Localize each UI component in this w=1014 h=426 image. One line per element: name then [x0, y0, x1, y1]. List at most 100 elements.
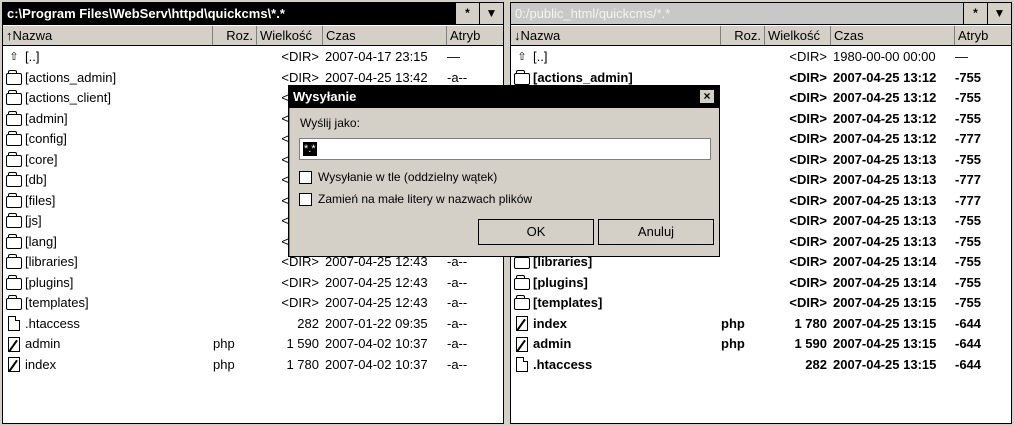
file-attr: -755 [955, 213, 982, 228]
file-time: 2007-04-25 12:43 [325, 295, 428, 310]
file-name: [lang] [25, 233, 57, 249]
folder-icon [514, 69, 530, 85]
file-size: 1 590 [794, 336, 827, 351]
file-row[interactable]: admin php 1 590 2007-04-02 10:37 -a-- [3, 334, 503, 355]
folder-icon [514, 254, 530, 270]
file-attr: — [447, 49, 460, 64]
right-path[interactable]: 0:/public_html/quickcms/*.* [511, 3, 963, 24]
file-size: <DIR> [281, 274, 319, 290]
file-row[interactable]: .htaccess 282 2007-01-22 09:35 -a-- [3, 314, 503, 335]
file-size: 282 [805, 356, 827, 372]
lowercase-names-checkbox[interactable]: Zamień na małe litery w nazwach plików [299, 192, 532, 206]
file-name-cell: [libraries] [6, 252, 211, 273]
file-size: <DIR> [789, 192, 827, 208]
file-attr: -755 [955, 151, 982, 167]
folder-icon [514, 274, 530, 290]
header-attr[interactable]: Atryb [955, 26, 1011, 45]
background-transfer-checkbox[interactable]: Wysyłanie w tle (oddzielny wątek) [299, 170, 497, 184]
file-row[interactable]: index php 1 780 2007-04-02 10:37 -a-- [3, 355, 503, 376]
folder-icon [6, 90, 22, 106]
folder-icon [6, 131, 22, 147]
file-name: [config] [25, 131, 67, 146]
close-icon[interactable]: × [699, 89, 715, 104]
right-path-bar: 0:/public_html/quickcms/*.* * ▼ [511, 3, 1011, 25]
header-name[interactable]: ↓Nazwa [511, 26, 721, 45]
file-attr: -755 [955, 90, 982, 105]
file-name-cell: [lang] [6, 232, 211, 253]
file-name-cell: [plugins] [6, 273, 211, 294]
cancel-button[interactable]: Anuluj [598, 219, 714, 245]
file-time: 2007-04-25 13:12 [833, 90, 937, 105]
file-attr: -644 [955, 356, 982, 372]
file-name: [actions_client] [25, 90, 111, 105]
header-size[interactable]: Wielkość [765, 26, 831, 45]
file-name: [admin] [25, 110, 68, 126]
left-star-button[interactable]: * [455, 3, 479, 24]
file-ext: php [213, 356, 235, 372]
parent-dir-icon: ⇧ [517, 50, 527, 63]
file-attr: — [955, 49, 968, 64]
file-row[interactable]: index php 1 780 2007-04-25 13:15 -644 [511, 314, 1011, 335]
file-name-cell: [templates] [514, 293, 719, 314]
header-attr[interactable]: Atryb [447, 26, 503, 45]
file-name-cell: [config] [6, 129, 211, 150]
file-ext: php [721, 336, 745, 351]
file-row[interactable]: ⇧ [..] <DIR> 2007-04-17 23:15 — [3, 47, 503, 68]
file-attr: -a-- [447, 274, 468, 290]
folder-icon [514, 295, 530, 311]
file-row[interactable]: [templates] <DIR> 2007-04-25 13:15 -755 [511, 293, 1011, 314]
folder-icon [6, 192, 22, 208]
file-time: 1980-00-00 00:00 [833, 49, 936, 64]
left-path[interactable]: c:\Program Files\WebServ\httpd\quickcms\… [3, 3, 455, 24]
checkbox-box[interactable] [299, 170, 312, 184]
file-row[interactable]: [plugins] <DIR> 2007-04-25 13:14 -755 [511, 273, 1011, 294]
file-name: index [533, 315, 567, 331]
right-history-dropdown[interactable]: ▼ [987, 3, 1011, 24]
header-name[interactable]: ↑Nazwa [3, 26, 213, 45]
file-attr: -777 [955, 172, 982, 187]
file-size: 1 780 [794, 315, 827, 331]
header-size[interactable]: Wielkość [257, 26, 323, 45]
header-time[interactable]: Czas [323, 26, 447, 45]
file-size: 1 590 [286, 336, 319, 351]
left-history-dropdown[interactable]: ▼ [479, 3, 503, 24]
send-as-label: Wyślij jako: [300, 116, 360, 130]
file-name: [core] [25, 151, 58, 167]
header-time[interactable]: Czas [831, 26, 955, 45]
script-file-icon [8, 336, 20, 352]
dialog-titlebar[interactable]: Wysyłanie × [289, 86, 719, 108]
file-name: admin [25, 336, 61, 351]
send-as-input[interactable]: *.* [299, 138, 711, 160]
file-icon [8, 316, 20, 332]
checkbox-box[interactable] [299, 192, 312, 206]
file-attr: -755 [955, 254, 982, 269]
file-size: <DIR> [789, 69, 827, 85]
file-time: 2007-04-25 13:15 [833, 356, 937, 372]
file-size: <DIR> [789, 172, 827, 187]
file-name: [files] [25, 192, 56, 208]
file-row[interactable]: [templates] <DIR> 2007-04-25 12:43 -a-- [3, 293, 503, 314]
file-attr: -a-- [447, 315, 468, 331]
file-time: 2007-04-25 13:13 [833, 151, 937, 167]
file-attr: -777 [955, 131, 982, 146]
file-time: 2007-04-02 10:37 [325, 356, 428, 372]
file-row[interactable]: .htaccess 282 2007-04-25 13:15 -644 [511, 355, 1011, 376]
send-as-value: *.* [303, 142, 317, 156]
ok-button[interactable]: OK [478, 219, 594, 245]
file-time: 2007-04-25 13:14 [833, 274, 937, 290]
file-row[interactable]: [plugins] <DIR> 2007-04-25 12:43 -a-- [3, 273, 503, 294]
header-ext[interactable]: Roz. [721, 26, 765, 45]
header-ext[interactable]: Roz. [213, 26, 257, 45]
folder-icon [6, 295, 22, 311]
file-row[interactable]: admin php 1 590 2007-04-25 13:15 -644 [511, 334, 1011, 355]
folder-icon [6, 274, 22, 290]
file-name: [libraries] [25, 254, 78, 269]
file-attr: -755 [955, 69, 982, 85]
file-name: [..] [533, 49, 548, 64]
folder-icon [6, 151, 22, 167]
file-time: 2007-04-02 10:37 [325, 336, 428, 351]
file-time: 2007-04-25 13:12 [833, 131, 937, 146]
dialog-title: Wysyłanie [293, 89, 357, 104]
file-row[interactable]: ⇧ [..] <DIR> 1980-00-00 00:00 — [511, 47, 1011, 68]
right-star-button[interactable]: * [963, 3, 987, 24]
